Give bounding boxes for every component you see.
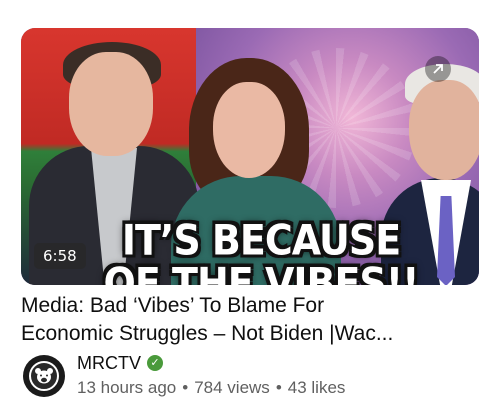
channel-info[interactable]: MRCTV ✓ (77, 352, 163, 374)
meta-separator: • (275, 378, 282, 397)
meta-separator: • (182, 378, 189, 397)
video-title[interactable]: Media: Bad ‘Vibes’ To Blame For Economic… (21, 292, 481, 348)
view-count: 784 views (194, 378, 270, 397)
verified-check-icon: ✓ (147, 355, 163, 371)
video-title-line1[interactable]: Media: Bad ‘Vibes’ To Blame For (21, 292, 481, 320)
video-meta: 13 hours ago • 784 views • 43 likes (77, 378, 345, 398)
bear-logo-icon (29, 361, 59, 391)
like-count: 43 likes (287, 378, 346, 397)
thumbnail-caption-line1: IT’S BECAUSE (121, 215, 401, 265)
channel-name[interactable]: MRCTV (77, 353, 141, 374)
channel-avatar[interactable] (23, 355, 65, 397)
video-card[interactable]: IT’S BECAUSE OF THE VIBES!! 6:58 Media: … (0, 0, 500, 417)
man-left-face (69, 52, 153, 156)
woman-center-face (213, 82, 285, 178)
duration-badge: 6:58 (34, 243, 86, 269)
video-title-line2[interactable]: Economic Struggles – Not Biden |Wac... (21, 320, 481, 348)
video-thumbnail[interactable]: IT’S BECAUSE OF THE VIBES!! (21, 28, 479, 285)
man-right-face (409, 80, 479, 180)
thumbnail-caption-line2: OF THE VIBES!! (103, 258, 420, 285)
expand-arrow-icon[interactable] (425, 56, 451, 82)
upload-age: 13 hours ago (77, 378, 177, 397)
